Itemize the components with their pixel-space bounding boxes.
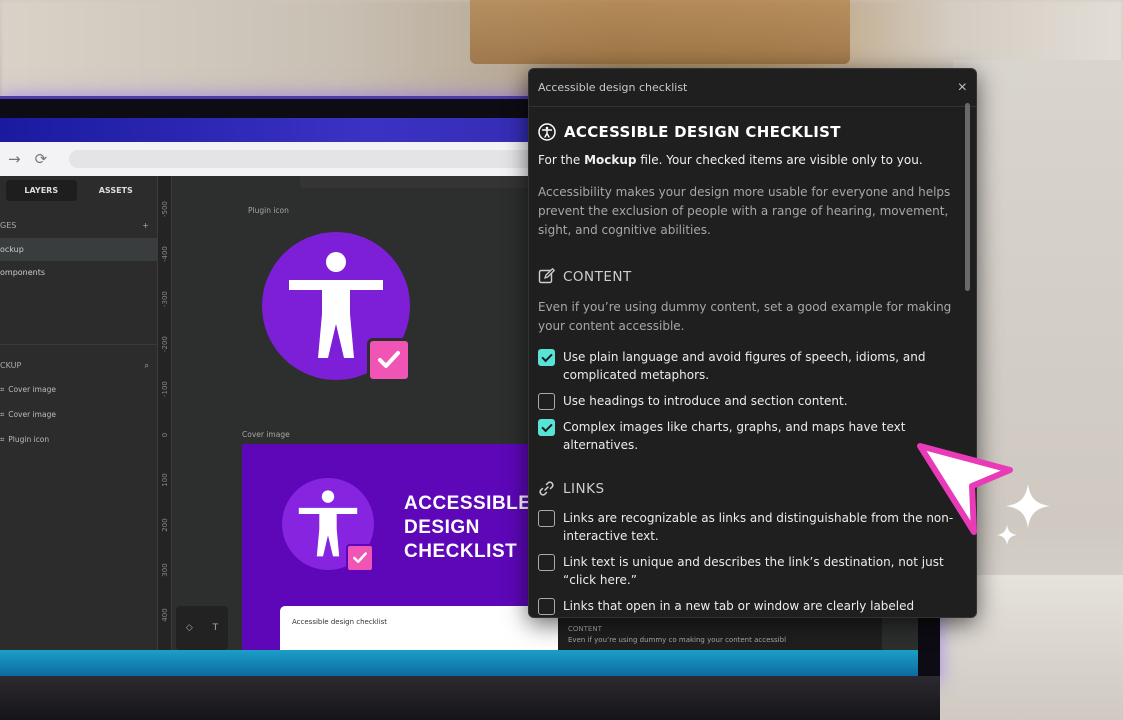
- mini-content-panel: CONTENT Even if you’re using dummy co ma…: [558, 614, 882, 650]
- ruler-mark: -500: [161, 201, 169, 217]
- page-item-components[interactable]: omponents: [0, 261, 157, 284]
- panel-scrollbar[interactable]: [965, 103, 970, 291]
- ruler-mark: -200: [161, 336, 169, 352]
- sparkle-icon: [1006, 484, 1050, 528]
- canvas-toolbar[interactable]: [300, 176, 530, 188]
- tab-layers[interactable]: LAYERS: [6, 180, 77, 201]
- section-header-links: LINKS: [538, 480, 967, 497]
- cover-image-frame-label: Cover image: [242, 430, 290, 439]
- mini-panel2-text: Even if you’re using dummy co making you…: [568, 636, 787, 644]
- panel-title: ACCESSIBLE DESIGN CHECKLIST: [564, 123, 841, 141]
- frame-icon: ⌗: [0, 385, 5, 394]
- checkbox-checked[interactable]: [538, 419, 555, 436]
- checklist-item-label: Use headings to introduce and section co…: [563, 394, 848, 408]
- reload-icon[interactable]: ⟳: [35, 150, 48, 168]
- checklist-item[interactable]: Links are recognizable as links and dist…: [538, 509, 967, 545]
- ruler-mark: 100: [161, 473, 169, 487]
- checkbox[interactable]: [538, 510, 555, 527]
- frame-icon: ⌗: [0, 410, 5, 419]
- search-icon[interactable]: ⌕: [145, 361, 149, 371]
- mini-panel2-heading: CONTENT: [568, 625, 602, 633]
- mini-panel-title: Accessible design checklist: [292, 618, 388, 626]
- background-shelf: [470, 0, 850, 64]
- ruler-mark: 300: [161, 563, 169, 577]
- section-desc-content: Even if you’re using dummy content, set …: [538, 300, 952, 333]
- close-button[interactable]: ×: [958, 79, 967, 96]
- vertical-ruler: -500 -400 -300 -200 -100 0 100 200 300 4…: [158, 176, 172, 650]
- pages-label: GES: [0, 221, 17, 230]
- checklist-item-label: Complex images like charts, graphs, and …: [563, 420, 906, 452]
- cover-check-badge: [346, 544, 374, 572]
- mini-toolbar: ◇ T: [176, 606, 228, 650]
- checkbox[interactable]: [538, 598, 555, 615]
- forward-icon[interactable]: →: [8, 150, 21, 168]
- laptop-screen-edge: [0, 650, 918, 676]
- sparkle-small-icon: [996, 524, 1018, 546]
- checkbox-checked[interactable]: [538, 349, 555, 366]
- edit-icon: [538, 268, 555, 284]
- ruler-mark: 400: [161, 608, 169, 622]
- laptop-base: [0, 676, 940, 720]
- subtitle-suffix: file. Your checked items are visible onl…: [636, 153, 923, 167]
- plugin-icon-frame-label: Plugin icon: [248, 206, 289, 215]
- panel-body: ACCESSIBLE DESIGN CHECKLIST For the Mock…: [529, 107, 976, 615]
- shape-tool-icon[interactable]: ◇: [186, 623, 193, 633]
- cover-title: ACCESSIBLE DESIGN CHECKLIST: [404, 493, 532, 562]
- checklist-item-label: Links that open in a new tab or window a…: [563, 599, 915, 613]
- section-header-content: CONTENT: [538, 268, 967, 285]
- ruler-mark: -300: [161, 291, 169, 307]
- checklist-item[interactable]: Use plain language and avoid figures of …: [538, 348, 967, 384]
- panel-header-title: Accessible design checklist: [538, 81, 688, 94]
- accessibility-icon: [538, 123, 556, 141]
- mini-plugin-panel: Accessible design checklist: [280, 606, 560, 650]
- pages-header: GES +: [0, 205, 157, 230]
- subtitle-prefix: For the: [538, 153, 585, 167]
- checklist-heading: ACCESSIBLE DESIGN CHECKLIST: [538, 123, 967, 141]
- layer-label: Cover image: [8, 410, 56, 419]
- layer-item[interactable]: ⌗ Plugin icon: [0, 427, 157, 452]
- panel-subtitle: For the Mockup file. Your checked items …: [538, 153, 967, 167]
- editor-sidebar: LAYERS ASSETS GES + ockup omponents CKUP…: [0, 176, 158, 650]
- sidebar-tabs: LAYERS ASSETS: [0, 176, 157, 205]
- checklist-item-label: Link text is unique and describes the li…: [563, 555, 944, 587]
- tab-assets[interactable]: ASSETS: [81, 180, 152, 201]
- add-page-icon[interactable]: +: [142, 221, 149, 230]
- plugin-check-badge: [367, 338, 411, 382]
- ruler-mark: -400: [161, 246, 169, 262]
- checklist-panel: Accessible design checklist × ACCESSIBLE…: [528, 68, 977, 618]
- layers-label: CKUP: [0, 361, 22, 370]
- panel-header: Accessible design checklist ×: [529, 69, 976, 107]
- ruler-mark: -100: [161, 381, 169, 397]
- frame-icon: ⌗: [0, 435, 5, 444]
- ruler-mark: 200: [161, 518, 169, 532]
- checklist-item-label: Links are recognizable as links and dist…: [563, 511, 954, 543]
- checklist-item[interactable]: Use headings to introduce and section co…: [538, 392, 967, 410]
- section-title-content: CONTENT: [563, 268, 632, 285]
- section-title-links: LINKS: [563, 480, 605, 497]
- checkmark-icon: [353, 552, 367, 564]
- checklist-item[interactable]: Complex images like charts, graphs, and …: [538, 418, 967, 454]
- checklist-item[interactable]: Link text is unique and describes the li…: [538, 553, 967, 589]
- layer-item[interactable]: ⌗ Cover image: [0, 377, 157, 402]
- layer-item[interactable]: ⌗ Cover image: [0, 402, 157, 427]
- link-icon: [539, 481, 554, 496]
- checkbox[interactable]: [538, 393, 555, 410]
- subtitle-file: Mockup: [584, 153, 637, 167]
- checkmark-icon: [378, 351, 400, 368]
- page-item-mockup[interactable]: ockup: [0, 238, 157, 261]
- checklist-item[interactable]: Links that open in a new tab or window a…: [538, 597, 967, 615]
- panel-intro: Accessibility makes your design more usa…: [538, 185, 951, 237]
- layers-header: CKUP ⌕: [0, 345, 157, 371]
- text-tool-icon[interactable]: T: [213, 623, 219, 633]
- checkbox[interactable]: [538, 554, 555, 571]
- checklist-item-label: Use plain language and avoid figures of …: [563, 350, 926, 382]
- ruler-mark: 0: [161, 432, 169, 438]
- layer-label: Plugin icon: [8, 435, 50, 444]
- layer-label: Cover image: [8, 385, 56, 394]
